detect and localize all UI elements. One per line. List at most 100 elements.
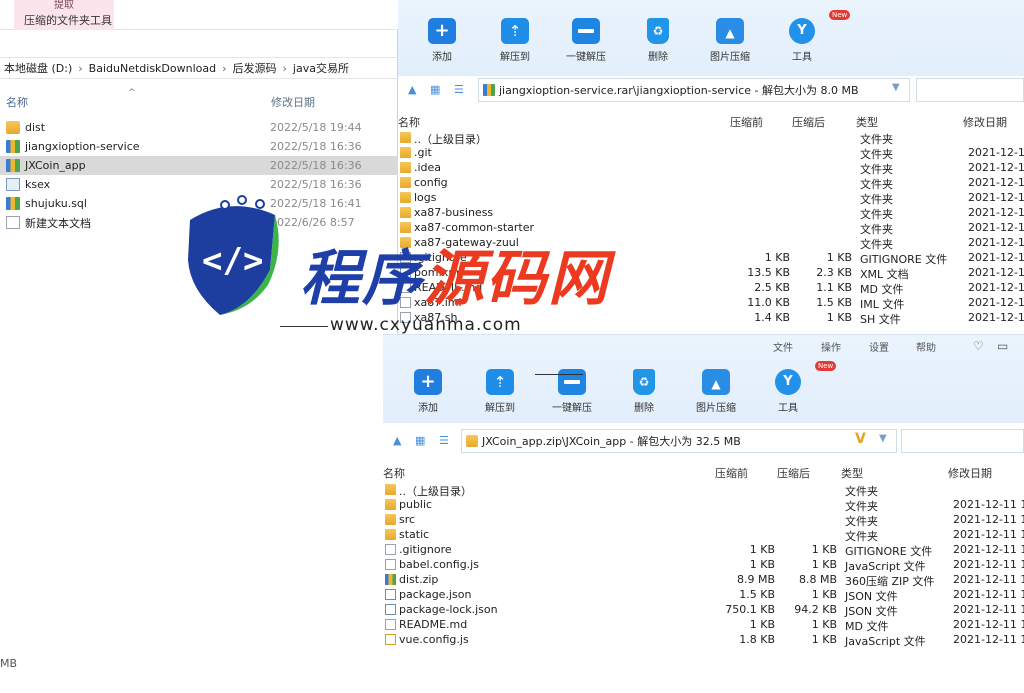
zip-modified-date: 2021-12-11 11 — [953, 633, 1024, 646]
file-file-icon — [400, 312, 411, 323]
feedback-icon[interactable]: ▭ — [997, 339, 1008, 353]
zip-file-row[interactable]: xa87.sh1.4 KB1 KBSH 文件2021-12-11 — [398, 310, 1024, 326]
zip-file-row[interactable]: package.json 1.5 KB 1 KB JSON 文件 2021-12-11 … — [383, 587, 1024, 603]
zip-file-row[interactable]: babel.config.js 1 KB 1 KB JavaScript 文件 2021… — [383, 557, 1024, 573]
toolbar-button-delete[interactable]: 删除 — [623, 18, 693, 63]
zip-file-row[interactable]: README.md1 KB1 KBMD 文件2021-12-11 11 — [383, 617, 1024, 633]
chevron-down-icon[interactable]: ▼ — [892, 82, 900, 93]
zip-file-row[interactable]: xa87-gateway-zuul文件夹2021-12-15 — [398, 235, 1024, 251]
column-modified[interactable]: 修改日期 — [963, 114, 1007, 130]
file-row[interactable]: JXCoin_app 2022/5/18 16:36 — [0, 156, 398, 175]
toolbar-button-add[interactable]: 添加 — [407, 18, 477, 63]
toolbar-button-one-click-extract[interactable]: 一键解压 — [537, 369, 607, 414]
column-date[interactable]: 修改日期 — [271, 94, 315, 110]
menu-operate[interactable]: 操作 — [821, 339, 841, 354]
file-name: ksex — [25, 178, 51, 191]
ribbon-extract-tab[interactable]: 提取 — [14, 0, 114, 11]
zip-file-row[interactable]: vue.config.js 1.8 KB 1 KB JavaScript 文件 2021… — [383, 632, 1024, 648]
zip-file-row[interactable]: pom.xml13.5 KB2.3 KBXML 文档2021-12-11 — [398, 265, 1024, 281]
toolbar-button-image-compress[interactable]: 图片压缩 — [695, 18, 765, 63]
zip-file-row[interactable]: static文件夹2021-12-11 11 — [383, 527, 1024, 543]
toolbar-button-tools[interactable]: New 工具 — [767, 10, 851, 63]
vip-v-icon[interactable]: V — [855, 431, 866, 447]
up-arrow-icon[interactable]: ▲ — [393, 434, 401, 447]
file-row[interactable]: dist 2022/5/18 19:44 — [0, 118, 398, 137]
zip-file-row[interactable]: package-lock.json 750.1 KB 94.2 KB JSON 文件 2… — [383, 602, 1024, 618]
zip-file-name: src — [399, 513, 416, 526]
breadcrumb-download[interactable]: BaiduNetdiskDownload — [89, 62, 216, 75]
view-icon[interactable]: ▦ — [415, 434, 425, 447]
zip-file-row[interactable]: src文件夹2021-12-11 11 — [383, 512, 1024, 528]
zip-file-row[interactable]: logs文件夹2021-12-13 — [398, 190, 1024, 206]
toolbar-label: 解压到 — [485, 403, 515, 414]
breadcrumb-drive[interactable]: 本地磁盘 (D:) — [4, 60, 72, 76]
zip-modified-date: 2021-12-11 — [968, 251, 1024, 264]
column-size-before[interactable]: 压缩前 — [730, 114, 763, 130]
toolbar-button-extract-to[interactable]: 解压到 — [480, 18, 550, 63]
zip-search-input[interactable] — [916, 78, 1024, 102]
zip-file-row[interactable]: README.md2.5 KB1.1 KBMD 文件2021-12-11 — [398, 280, 1024, 296]
up-arrow-icon[interactable]: ▲ — [408, 83, 416, 96]
column-name[interactable]: 名称 — [398, 114, 420, 130]
zip-size-after: 8.8 MB — [798, 573, 837, 586]
zip-file-row[interactable]: xa87-business文件夹2021-12-11 — [398, 205, 1024, 221]
zip-file-row[interactable]: ..（上级目录） 文件夹 — [398, 130, 1024, 146]
folder-file-icon — [400, 177, 411, 188]
file-row[interactable]: shujuku.sql 2022/5/18 16:41 — [0, 194, 398, 213]
column-type[interactable]: 类型 — [841, 465, 863, 481]
file-row[interactable]: ksex 2022/5/18 16:36 — [0, 175, 398, 194]
toolbar-button-image-compress[interactable]: 图片压缩 — [681, 369, 751, 414]
toolbar-button-one-click-extract[interactable]: 一键解压 — [551, 18, 621, 63]
toolbar-button-tools[interactable]: New 工具 — [753, 361, 837, 414]
column-modified[interactable]: 修改日期 — [948, 465, 992, 481]
toolbar-button-add[interactable]: 添加 — [393, 369, 463, 414]
zip-search-input[interactable] — [901, 429, 1024, 453]
file-row[interactable]: jiangxioption-service 2022/5/18 16:36 — [0, 137, 398, 156]
toolbar-label: 图片压缩 — [710, 52, 750, 63]
column-name[interactable]: 名称 — [6, 94, 28, 110]
view-icon[interactable]: ▦ — [430, 83, 440, 96]
zip-file-row[interactable]: .idea文件夹2021-12-15 — [398, 160, 1024, 176]
toolbar-button-extract-to[interactable]: 解压到 — [465, 369, 535, 414]
column-size-before[interactable]: 压缩前 — [715, 465, 748, 481]
list-view-icon[interactable]: ☰ — [439, 434, 449, 447]
zip-file-row[interactable]: ..（上级目录） 文件夹 — [383, 482, 1024, 498]
breadcrumb-separator-icon: › — [222, 61, 227, 75]
file-row[interactable]: 新建文本文档 2022/6/26 8:57 — [0, 213, 398, 232]
breadcrumb-current[interactable]: java交易所 — [293, 60, 349, 76]
zip-file-row[interactable]: dist.zip 8.9 MB 8.8 MB 360压缩 ZIP 文件 2021-12-… — [383, 572, 1024, 588]
zip-path-box[interactable]: jiangxioption-service.rar\jiangxioption-… — [478, 78, 910, 102]
menu-help[interactable]: 帮助 — [916, 339, 936, 354]
chevron-down-icon[interactable]: ▼ — [879, 433, 887, 444]
zip-file-row[interactable]: config文件夹2021-12-11 — [398, 175, 1024, 191]
file-file-icon — [385, 619, 396, 630]
compressed-folder-tools-label[interactable]: 压缩的文件夹工具 — [24, 12, 112, 28]
zip-file-row[interactable]: .gitignore1 KB1 KBGITIGNORE 文件2021-12-11 — [398, 250, 1024, 266]
skin-icon[interactable]: ♡ — [973, 339, 984, 353]
zip-file-row[interactable]: public文件夹2021-12-11 11 — [383, 497, 1024, 513]
zip-size-after: 1 KB — [811, 543, 837, 556]
column-size-after[interactable]: 压缩后 — [792, 114, 825, 130]
zip-path-box[interactable]: JXCoin_app.zip\JXCoin_app - 解包大小为 32.5 M… — [461, 429, 897, 453]
zip-file-row[interactable]: xa87-common-starter文件夹2021-12-11 — [398, 220, 1024, 236]
address-bar[interactable]: 本地磁盘 (D:) › BaiduNetdiskDownload › 后发源码 … — [0, 57, 398, 79]
breadcrumb-source[interactable]: 后发源码 — [233, 60, 277, 76]
image-compress-icon — [716, 18, 744, 46]
zip-file-row[interactable]: .gitignore 1 KB 1 KB GITIGNORE 文件 2021-12-11… — [383, 542, 1024, 558]
list-view-icon[interactable]: ☰ — [454, 83, 464, 96]
column-size-after[interactable]: 压缩后 — [777, 465, 810, 481]
zip-file-row[interactable]: .git文件夹2021-12-15 — [398, 145, 1024, 161]
json-file-icon — [385, 604, 396, 615]
file-file-icon — [385, 544, 396, 555]
zip-file-name: .gitignore — [399, 543, 452, 556]
zip-file-row[interactable]: xa87.iml11.0 KB1.5 KBIML 文件2021-12-11 — [398, 295, 1024, 311]
zip-file-name: README.md — [399, 618, 468, 631]
menu-settings[interactable]: 设置 — [869, 339, 889, 354]
column-type[interactable]: 类型 — [856, 114, 878, 130]
column-name[interactable]: 名称 — [383, 465, 405, 481]
zip-modified-date: 2021-12-11 — [968, 206, 1024, 219]
zip-file-name: pom.xml — [414, 266, 463, 279]
menu-file[interactable]: 文件 — [773, 339, 793, 354]
toolbar-button-delete[interactable]: 删除 — [609, 369, 679, 414]
zip-file-name: README.md — [414, 281, 483, 294]
